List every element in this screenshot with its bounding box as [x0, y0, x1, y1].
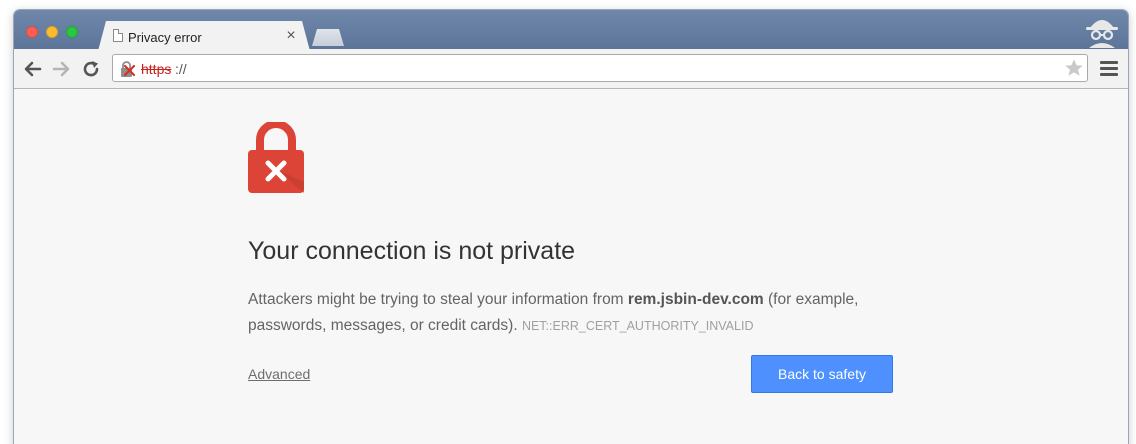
window-minimize-button[interactable]	[46, 26, 58, 38]
window-close-button[interactable]	[26, 26, 38, 38]
message-intro: Attackers might be trying to steal your …	[248, 291, 628, 308]
window-zoom-button[interactable]	[66, 26, 78, 38]
incognito-icon	[1086, 20, 1118, 48]
url-text: ://	[175, 61, 187, 77]
url-scheme: https	[141, 61, 172, 77]
error-code: NET::ERR_CERT_AUTHORITY_INVALID	[521, 319, 754, 333]
menu-icon[interactable]	[1100, 61, 1118, 77]
back-arrow-icon[interactable]	[22, 58, 44, 80]
page-title: Your connection is not private	[248, 237, 576, 265]
domain-name: rem.jsbin-dev.com	[627, 291, 764, 308]
new-tab-button[interactable]	[312, 29, 344, 46]
star-icon[interactable]	[1064, 58, 1084, 78]
advanced-link[interactable]: Advanced	[248, 366, 310, 382]
error-message: Attackers might be trying to steal your …	[248, 287, 908, 339]
page-icon	[113, 29, 123, 42]
tab-close-icon[interactable]: ×	[284, 28, 298, 44]
reload-icon[interactable]	[80, 58, 102, 80]
tab-title: Privacy error	[128, 30, 202, 45]
insecure-lock-icon[interactable]	[118, 60, 136, 78]
broken-lock-icon	[248, 122, 304, 193]
page-content	[14, 90, 1128, 444]
address-bar[interactable]	[112, 54, 1088, 82]
back-to-safety-button[interactable]: Back to safety	[751, 355, 893, 393]
forward-arrow-icon[interactable]	[50, 58, 72, 80]
